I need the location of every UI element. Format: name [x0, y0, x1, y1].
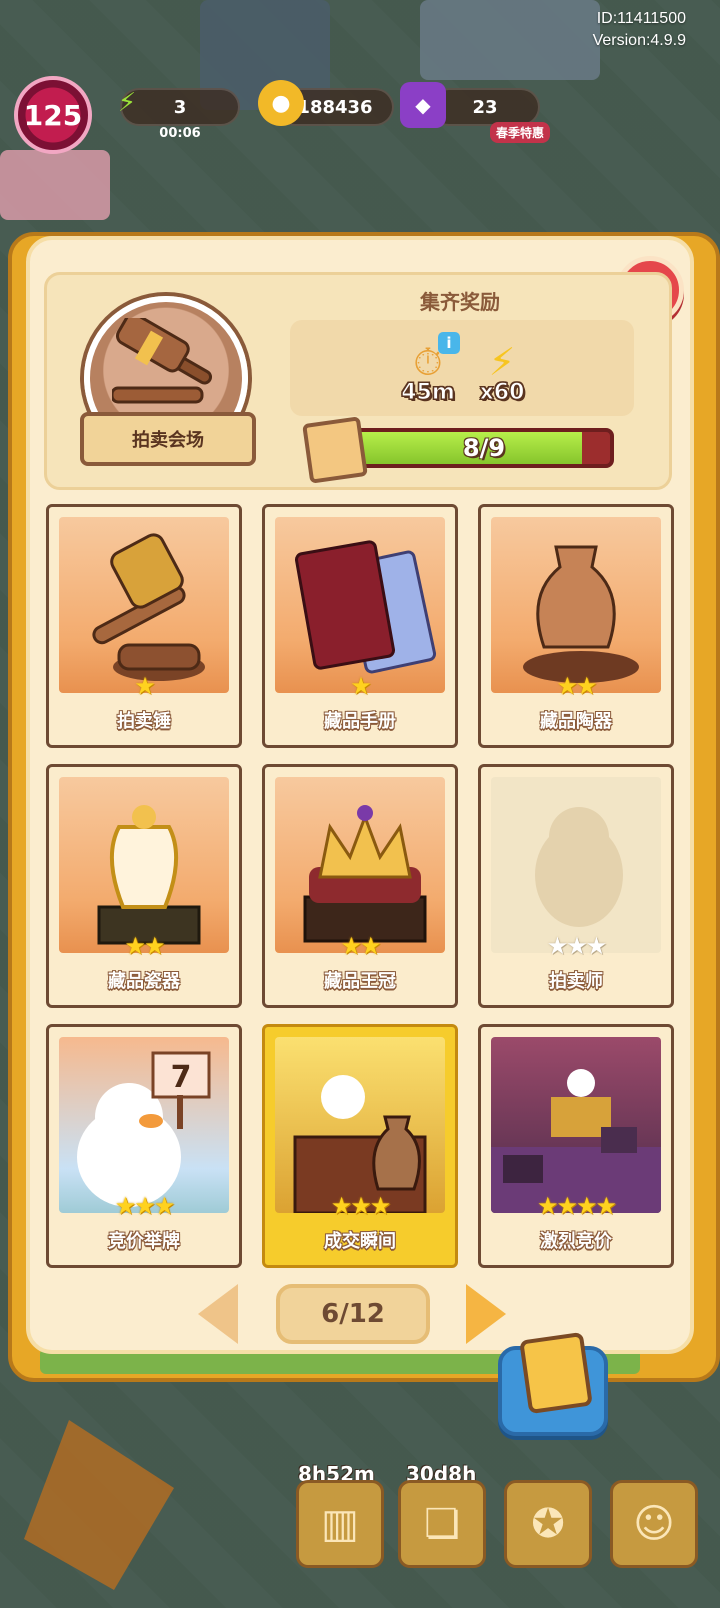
reward-label: 45m	[401, 380, 456, 406]
card-name: 拍卖锤	[117, 711, 171, 732]
star-icon: ★	[576, 1192, 597, 1220]
card-name: 激烈竞价	[540, 1231, 612, 1252]
gem-value: 23	[472, 96, 498, 118]
star-icon: ★	[350, 672, 371, 700]
lightning-icon: ⚡	[488, 340, 516, 384]
reward-title: 集齐奖励	[420, 290, 500, 314]
collection-card[interactable]: ★ 藏品手册	[262, 504, 458, 748]
star-icon: ★	[585, 932, 607, 960]
card-name: 藏品王冠	[324, 971, 396, 992]
app-version: Version:4.9.9	[592, 32, 686, 49]
player-level-badge[interactable]: 125	[14, 76, 92, 154]
star-icon: ★	[536, 1192, 558, 1220]
card-name: 藏品瓷器	[108, 971, 180, 992]
cards-icon: ❏	[424, 1501, 460, 1547]
card-name: 藏品陶器	[540, 711, 612, 732]
star-icon: ★	[350, 1192, 371, 1220]
player-level: 125	[23, 98, 83, 132]
card-stars: ★★	[265, 933, 455, 959]
card-stars: ★★	[481, 673, 671, 699]
star-icon: ★	[124, 932, 145, 960]
star-icon: ★	[566, 932, 587, 960]
energy-value: 3	[173, 96, 187, 118]
pillar-event-button[interactable]: ▥	[296, 1480, 384, 1568]
collection-card[interactable]: ★★ 藏品瓷器	[46, 764, 242, 1008]
next-page-arrow[interactable]	[466, 1284, 506, 1344]
card-name: 藏品手册	[324, 711, 396, 732]
crown-art	[275, 777, 445, 953]
lightning-icon: ⚡	[117, 88, 137, 118]
star-event-button[interactable]: ✪	[504, 1480, 592, 1568]
star-icon: ★	[360, 932, 381, 960]
star-icon: ★	[369, 1192, 391, 1220]
star-icon: ★	[546, 932, 568, 960]
friends-button[interactable]: ☺	[610, 1480, 698, 1568]
card-stars: ★	[49, 673, 239, 699]
star-icon: ★	[134, 672, 155, 700]
gem-icon: ◆	[400, 82, 446, 128]
card-name: 成交瞬间	[324, 1231, 396, 1252]
scene-building	[420, 0, 600, 80]
star-icon: ★	[595, 1192, 617, 1220]
card-stars: ★★★	[481, 933, 671, 959]
gavel-art	[59, 517, 229, 693]
collection-card[interactable]: ★★ 藏品王冠	[262, 764, 458, 1008]
star-icon: ★	[114, 1192, 136, 1220]
collection-card[interactable]: ★★★★ 激烈竞价	[478, 1024, 674, 1268]
user-id: ID:11411500	[596, 10, 686, 27]
album-name: 拍卖会场	[132, 430, 204, 451]
star-icon: ★	[134, 1192, 155, 1220]
progress-text: 8/9	[462, 434, 506, 462]
duck-icon: ☺	[633, 1501, 675, 1547]
star-icon: ★	[556, 672, 577, 700]
collection-card[interactable]: ★★★ 成交瞬间	[262, 1024, 458, 1268]
page-number: 6/12	[321, 1299, 385, 1329]
album-list-button[interactable]	[498, 1331, 608, 1436]
coin-icon: ●	[258, 80, 304, 126]
page-indicator: 6/12	[276, 1284, 430, 1344]
collection-card[interactable]: ★ 拍卖锤	[46, 504, 242, 748]
deal-moment-art	[275, 1037, 445, 1213]
catalog-book-art	[275, 517, 445, 693]
star-icon: ★	[153, 1192, 175, 1220]
pillar-icon: ▥	[321, 1501, 359, 1547]
card-stars: ★★★	[49, 1193, 239, 1219]
stopwatch-icon: ⏱	[413, 340, 443, 384]
card-stars: ★★	[49, 933, 239, 959]
duck-paddle-art: 7	[59, 1037, 229, 1213]
build-info: ID:11411500 Version:4.9.9	[593, 8, 686, 52]
card-stars: ★	[265, 673, 455, 699]
card-stars: ★★★	[265, 1193, 455, 1219]
fierce-bidding-art	[491, 1037, 661, 1213]
event-banner[interactable]: 春季特惠	[490, 122, 551, 143]
reward-label: x60	[479, 380, 525, 406]
star-icon: ★	[576, 672, 597, 700]
card-album-icon	[519, 1331, 593, 1415]
previous-page-arrow[interactable]	[198, 1284, 238, 1344]
scene-building	[0, 150, 110, 220]
porcelain-trophy-art	[59, 777, 229, 953]
reward-item-energy: ⚡ x60	[462, 340, 542, 412]
locked-silhouette-art	[491, 777, 661, 953]
star-icon: ★	[330, 1192, 352, 1220]
collection-card[interactable]: ★★ 藏品陶器	[478, 504, 674, 748]
card-name: 拍卖师	[549, 971, 603, 992]
pottery-vase-art	[491, 517, 661, 693]
star-icon: ★	[340, 932, 361, 960]
svg-text:7: 7	[171, 1060, 192, 1095]
energy-timer: 00:06	[159, 126, 201, 141]
gavel-icon	[112, 318, 213, 404]
card-name: 竞价举牌	[108, 1231, 180, 1252]
collection-card[interactable]: ★★★ 拍卖师	[478, 764, 674, 1008]
collection-card[interactable]: 7 ★★★ 竞价举牌	[46, 1024, 242, 1268]
cards-event-button[interactable]: ❏	[398, 1480, 486, 1568]
gem-counter[interactable]: 23	[430, 88, 540, 126]
card-stars: ★★★★	[481, 1193, 671, 1219]
album-name-ribbon: 拍卖会场	[80, 412, 256, 466]
star-icon: ✪	[531, 1501, 565, 1547]
coin-value: 188436	[297, 96, 373, 118]
star-icon: ★	[556, 1192, 577, 1220]
star-icon: ★	[144, 932, 165, 960]
reward-item-time: ⏱ 45m	[388, 340, 468, 412]
